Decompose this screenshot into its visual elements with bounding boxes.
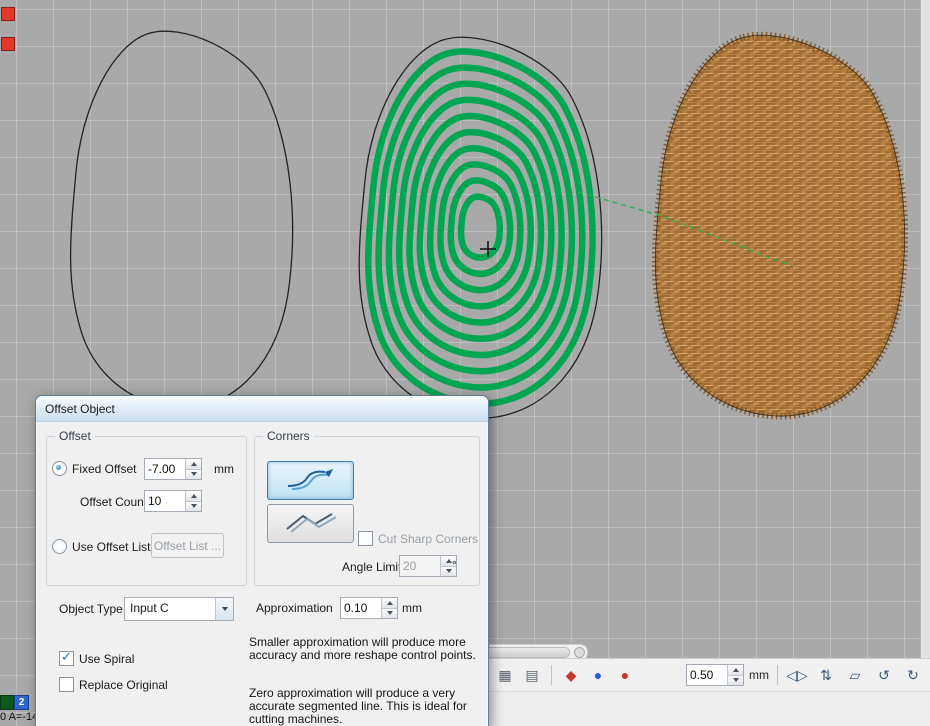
use-offset-list-radio[interactable] <box>52 539 67 554</box>
sharp-corners-style-button[interactable] <box>267 504 354 543</box>
approximation-value[interactable] <box>341 598 381 618</box>
use-spiral-checkbox[interactable] <box>59 651 74 666</box>
application-window: ▦▤◆●● mm ◁▷⇅▱↺↻ 2 0 A=-14 Offset Object <box>0 0 930 726</box>
toolbar-lower-panel <box>488 691 930 726</box>
cut-sharp-corners-checkbox[interactable] <box>358 531 373 546</box>
corners-group: Corners <box>254 436 480 586</box>
dialog-titlebar[interactable]: Offset Object <box>36 396 488 422</box>
replace-original-label: Replace Original <box>79 678 168 692</box>
spin-up-button[interactable] <box>186 459 201 469</box>
replace-original-row[interactable]: Replace Original <box>59 677 168 692</box>
thread-color-red-icon[interactable]: ● <box>614 664 636 686</box>
approximation-label: Approximation <box>256 601 333 615</box>
rotate-cw-icon[interactable]: ↻ <box>902 664 924 686</box>
offset-count-value[interactable] <box>145 491 185 511</box>
offset-count-label: Offset Count <box>80 495 147 509</box>
offset-object-dialog: Offset Object Offset Fixed Offset mm Off… <box>35 395 489 726</box>
stitch-spacing-value[interactable] <box>687 665 727 685</box>
round-corners-icon <box>282 467 340 494</box>
object-type-value: Input C <box>125 598 215 620</box>
offset-group: Offset Fixed Offset mm Offset Count <box>46 436 247 586</box>
unit-label: mm <box>749 668 769 682</box>
cut-sharp-corners-label: Cut Sharp Corners <box>378 532 478 546</box>
mirror-vertical-icon[interactable]: ⇅ <box>815 664 837 686</box>
toolbar-separator <box>777 665 778 685</box>
spin-down-button[interactable] <box>186 501 201 512</box>
zero-approximation-help-text: Zero approximation will produce a very a… <box>249 687 478 726</box>
palette-chip-red-2[interactable] <box>1 37 15 51</box>
spin-up-button[interactable] <box>186 491 201 501</box>
grid-icon[interactable]: ▦ <box>494 664 516 686</box>
hoop-icon[interactable]: ▤ <box>521 664 543 686</box>
dropdown-arrow-icon[interactable] <box>215 598 233 620</box>
outline-object[interactable] <box>71 31 293 408</box>
scrollbar-button[interactable] <box>574 647 585 658</box>
use-spiral-row[interactable]: Use Spiral <box>59 651 134 666</box>
spin-up-button[interactable] <box>728 665 743 675</box>
use-spiral-label: Use Spiral <box>79 652 134 666</box>
use-offset-list-radio-row[interactable]: Use Offset List <box>52 539 150 554</box>
angle-limit-label: Angle Limit <box>342 560 401 574</box>
vertical-scrollbar[interactable] <box>920 0 930 658</box>
fixed-offset-unit: mm <box>214 462 234 476</box>
angle-limit-input[interactable] <box>399 555 457 577</box>
object-type-dropdown[interactable]: Input C <box>124 597 234 621</box>
spin-down-button[interactable] <box>186 469 201 480</box>
dialog-title: Offset Object <box>45 402 115 416</box>
spin-down-button[interactable] <box>382 608 397 619</box>
thread-swatch-green[interactable] <box>0 695 14 710</box>
rotate-ccw-icon[interactable]: ↺ <box>873 664 895 686</box>
angle-limit-unit: ° <box>452 558 457 572</box>
toolbar-icons-right: ◁▷ ⇅ ▱ ↺ ↻ <box>786 664 924 686</box>
approximation-help-text: Smaller approximation will produce more … <box>249 636 478 662</box>
fixed-offset-radio-row[interactable]: Fixed Offset <box>52 461 136 476</box>
toolbar-icons-left: ▦▤◆●● <box>494 664 636 686</box>
offset-count-input[interactable] <box>144 490 202 512</box>
offset-list-button[interactable]: Offset List ... <box>151 533 224 558</box>
thread-swatch-blue[interactable]: 2 <box>14 695 29 710</box>
stitch-spacing-input[interactable] <box>686 664 744 686</box>
coordinates-readout: 0 A=-14 <box>0 711 38 723</box>
replace-original-checkbox[interactable] <box>59 677 74 692</box>
stitched-object[interactable] <box>655 35 904 416</box>
sharp-corners-icon <box>282 510 340 537</box>
thread-color-blue-icon[interactable]: ● <box>587 664 609 686</box>
mirror-horizontal-icon[interactable]: ◁▷ <box>786 664 808 686</box>
palette-chip-red-1[interactable] <box>1 7 15 21</box>
angle-limit-value[interactable] <box>400 556 440 576</box>
offset-spiral-object[interactable] <box>359 37 601 418</box>
use-offset-list-label: Use Offset List <box>72 540 150 554</box>
round-corners-style-button[interactable] <box>267 461 354 500</box>
spin-down-button[interactable] <box>728 675 743 686</box>
spin-up-button[interactable] <box>382 598 397 608</box>
skew-icon[interactable]: ▱ <box>844 664 866 686</box>
stitch-marker-icon[interactable]: ◆ <box>560 664 582 686</box>
corners-group-label: Corners <box>263 429 314 443</box>
fixed-offset-input[interactable] <box>144 458 202 480</box>
fixed-offset-label: Fixed Offset <box>72 462 136 476</box>
bottom-toolbar: ▦▤◆●● mm ◁▷⇅▱↺↻ <box>487 658 930 726</box>
offset-group-label: Offset <box>55 429 95 443</box>
cut-sharp-corners-row[interactable]: Cut Sharp Corners <box>358 531 478 546</box>
approximation-input[interactable] <box>340 597 398 619</box>
fixed-offset-value[interactable] <box>145 459 185 479</box>
toolbar-separator <box>551 665 552 685</box>
approximation-unit: mm <box>402 601 422 615</box>
object-type-label: Object Type <box>59 602 123 616</box>
fixed-offset-radio[interactable] <box>52 461 67 476</box>
